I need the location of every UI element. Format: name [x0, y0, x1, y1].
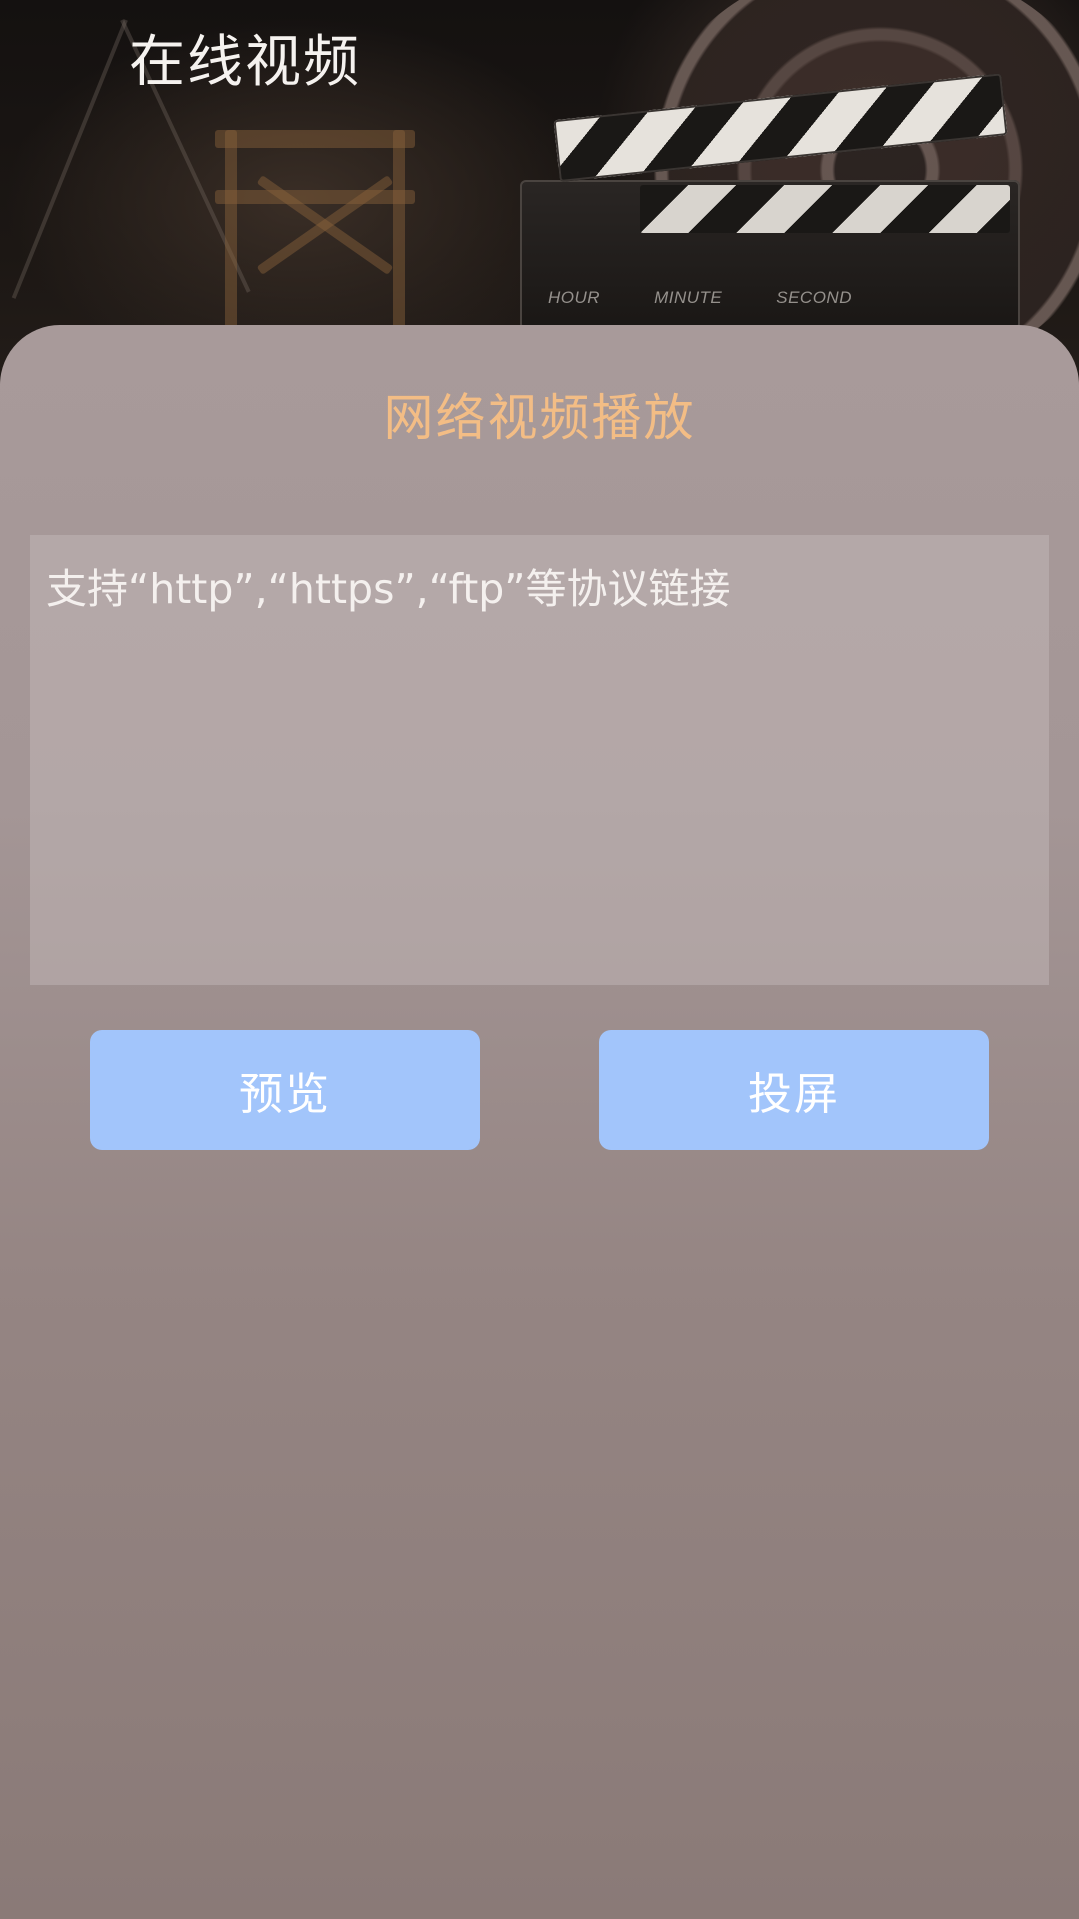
clapper-label-hour: HOUR [548, 288, 601, 307]
video-url-input[interactable] [30, 535, 1049, 985]
tripod-leg [11, 19, 128, 299]
clapper-stripe-graphic [640, 185, 1010, 233]
director-chair-graphic [215, 130, 425, 330]
page-title: 在线视频 [129, 30, 361, 95]
preview-button[interactable]: 预览 [90, 1030, 480, 1150]
network-video-panel: 网络视频播放 预览 投屏 [0, 325, 1079, 1919]
panel-title: 网络视频播放 [383, 389, 696, 447]
clapper-label-minute: MINUTE [654, 288, 723, 307]
clapper-label-second: SECOND [776, 288, 852, 307]
clapper-labels: HOUR MINUTE SECOND [548, 288, 852, 308]
cast-screen-button[interactable]: 投屏 [599, 1030, 989, 1150]
